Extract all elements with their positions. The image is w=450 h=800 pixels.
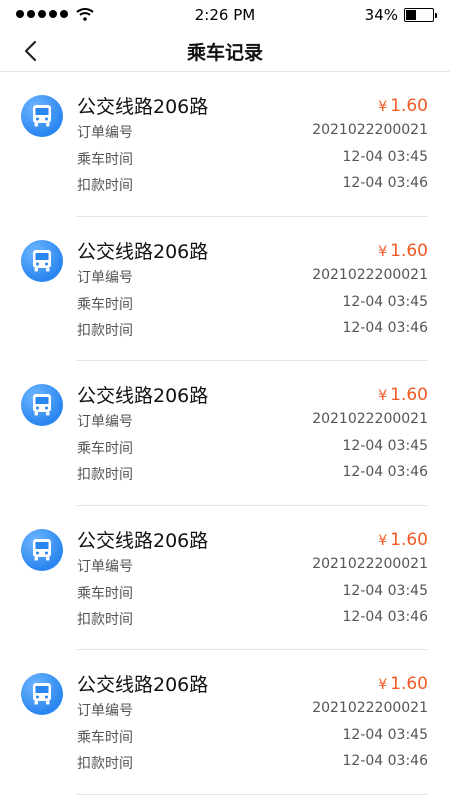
- route-name: 公交线路206路: [77, 96, 209, 118]
- order-number-label: 订单编号: [77, 703, 133, 719]
- fare-value: 1.60: [390, 529, 428, 550]
- ride-time-label: 乘车时间: [77, 152, 133, 168]
- currency-symbol: ¥: [378, 388, 388, 404]
- fare-amount: ¥1.60: [378, 530, 428, 550]
- route-name: 公交线路206路: [77, 529, 209, 552]
- bus-icon: [21, 239, 63, 282]
- deduct-time-value: 12-04 03:46: [342, 608, 428, 625]
- order-number-value: 2021022200021: [312, 555, 428, 572]
- bus-icon: [21, 528, 63, 571]
- order-number-value: 2021022200021: [312, 266, 428, 283]
- fare-value: 1.60: [390, 240, 428, 261]
- page-title: 乘车记录: [186, 42, 263, 64]
- bus-icon: [21, 95, 63, 137]
- ride-time-value: 12-04 03:45: [342, 293, 428, 310]
- route-name: 公交线路206路: [77, 240, 209, 263]
- fare-value: 1.60: [390, 674, 428, 694]
- route-name: 公交线路206路: [77, 385, 209, 407]
- fare-amount: ¥1.60: [378, 674, 428, 694]
- deduct-time-label: 扣款时间: [77, 611, 133, 628]
- ride-time-value: 12-04 03:45: [342, 727, 428, 743]
- ride-record-list: 公交线路206路 ¥1.60 订单编号 2021022200021 乘车时间 1…: [0, 72, 450, 795]
- ride-time-value: 12-04 03:45: [342, 582, 428, 599]
- navigation-bar: 乘车记录: [0, 30, 450, 72]
- order-number-label: 订单编号: [77, 269, 133, 286]
- deduct-time-label: 扣款时间: [77, 467, 133, 483]
- fare-amount: ¥1.60: [378, 96, 428, 116]
- order-number-value: 2021022200021: [312, 411, 428, 427]
- ride-time-label: 乘车时间: [77, 585, 133, 602]
- bus-icon: [21, 384, 63, 426]
- deduct-time-label: 扣款时间: [77, 322, 133, 339]
- fare-value: 1.60: [390, 96, 428, 116]
- battery-percentage: 34%: [364, 6, 398, 24]
- ride-record-item[interactable]: 公交线路206路 ¥1.60 订单编号 2021022200021 乘车时间 1…: [0, 506, 450, 650]
- status-bar: 2:26 PM 34%: [0, 0, 450, 30]
- fare-amount: ¥1.60: [378, 241, 428, 261]
- ride-record-item[interactable]: 公交线路206路 ¥1.60 订单编号 2021022200021 乘车时间 1…: [0, 217, 450, 361]
- ride-record-item[interactable]: 公交线路206路 ¥1.60 订单编号 2021022200021 乘车时间 1…: [0, 72, 450, 217]
- order-number-label: 订单编号: [77, 558, 133, 575]
- fare-value: 1.60: [390, 385, 428, 405]
- currency-symbol: ¥: [378, 243, 388, 260]
- battery-icon: [404, 8, 437, 22]
- deduct-time-value: 12-04 03:46: [342, 319, 428, 336]
- deduct-time-label: 扣款时间: [77, 178, 133, 194]
- divider: [76, 793, 428, 795]
- ride-time-label: 乘车时间: [77, 296, 133, 313]
- deduct-time-value: 12-04 03:46: [342, 464, 428, 480]
- bus-icon: [21, 673, 63, 715]
- order-number-value: 2021022200021: [312, 122, 428, 138]
- ride-time-value: 12-04 03:45: [342, 149, 428, 165]
- deduct-time-label: 扣款时间: [77, 756, 133, 772]
- order-number-label: 订单编号: [77, 125, 133, 141]
- ride-time-value: 12-04 03:45: [342, 438, 428, 454]
- fare-amount: ¥1.60: [378, 385, 428, 405]
- deduct-time-value: 12-04 03:46: [342, 753, 428, 769]
- ride-time-label: 乘车时间: [77, 441, 133, 457]
- deduct-time-value: 12-04 03:46: [342, 175, 428, 191]
- order-number-label: 订单编号: [77, 414, 133, 430]
- order-number-value: 2021022200021: [312, 700, 428, 716]
- ride-time-label: 乘车时间: [77, 730, 133, 746]
- currency-symbol: ¥: [378, 677, 388, 693]
- ride-record-item[interactable]: 公交线路206路 ¥1.60 订单编号 2021022200021 乘车时间 1…: [0, 361, 450, 506]
- currency-symbol: ¥: [378, 99, 388, 115]
- route-name: 公交线路206路: [77, 674, 209, 696]
- currency-symbol: ¥: [378, 532, 388, 549]
- ride-record-item[interactable]: 公交线路206路 ¥1.60 订单编号 2021022200021 乘车时间 1…: [0, 650, 450, 795]
